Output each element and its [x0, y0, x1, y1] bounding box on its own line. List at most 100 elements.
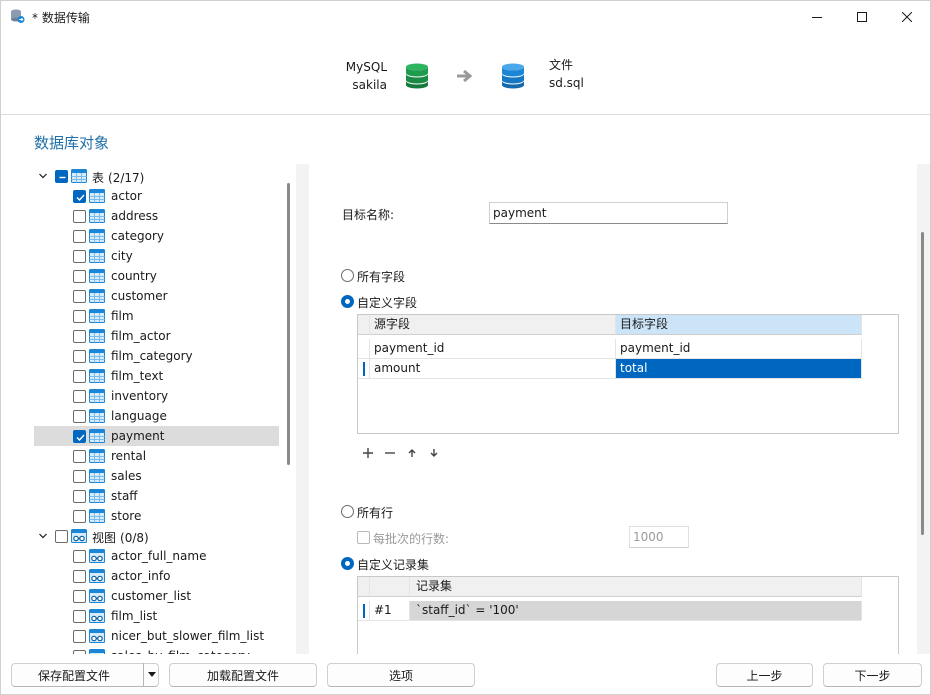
target-name-input[interactable]: payment — [489, 202, 728, 224]
tree-item-film_category[interactable]: film_category — [34, 346, 279, 366]
target-field-cell[interactable]: payment_id — [616, 339, 862, 359]
save-profile-button[interactable]: 保存配置文件 — [11, 663, 159, 687]
table-checkbox[interactable] — [73, 410, 86, 423]
view-checkbox[interactable] — [73, 590, 86, 603]
chevron-down-icon[interactable] — [37, 170, 49, 182]
tree-item-payment[interactable]: payment — [34, 426, 279, 446]
tree-item-category[interactable]: category — [34, 226, 279, 246]
tree-item-nicer_but_slower_film_list[interactable]: nicer_but_slower_film_list — [34, 626, 279, 646]
view-name: actor_full_name — [111, 549, 207, 563]
tree-group-views[interactable]: 视图 (0/8) — [34, 526, 279, 546]
recordset-grid-index-header — [370, 577, 410, 597]
views-group-checkbox[interactable] — [55, 530, 68, 543]
tree-item-actor[interactable]: actor — [34, 186, 279, 206]
view-checkbox[interactable] — [73, 650, 86, 654]
table-name: address — [111, 209, 159, 223]
tree-item-inventory[interactable]: inventory — [34, 386, 279, 406]
database-objects-tree[interactable]: 表 (2/17) actor address category city country cu… — [34, 164, 282, 654]
table-checkbox[interactable] — [73, 270, 86, 283]
tree-item-customer_list[interactable]: customer_list — [34, 586, 279, 606]
table-checkbox[interactable] — [73, 250, 86, 263]
save-profile-dropdown-button[interactable] — [143, 663, 159, 687]
tree-item-store[interactable]: store — [34, 506, 279, 526]
table-checkbox[interactable] — [73, 430, 86, 443]
tables-group-checkbox[interactable] — [55, 170, 68, 183]
tree-item-film_text[interactable]: film_text — [34, 366, 279, 386]
view-checkbox[interactable] — [73, 570, 86, 583]
table-checkbox[interactable] — [73, 210, 86, 223]
tree-item-actor_info[interactable]: actor_info — [34, 566, 279, 586]
title-bar: * 数据传输 — [1, 1, 930, 32]
view-name: sales_by_film_category — [111, 649, 250, 654]
tree-group-tables[interactable]: 表 (2/17) — [34, 166, 279, 186]
table-checkbox[interactable] — [73, 190, 86, 203]
tree-item-country[interactable]: country — [34, 266, 279, 286]
options-button[interactable]: 选项 — [327, 663, 475, 687]
tree-item-actor_full_name[interactable]: actor_full_name — [34, 546, 279, 566]
recordset-row-value[interactable]: `staff_id` = '100' — [410, 601, 862, 621]
table-checkbox[interactable] — [73, 510, 86, 523]
table-checkbox[interactable] — [73, 290, 86, 303]
back-button[interactable]: 上一步 — [716, 663, 813, 687]
target-field-cell-selected[interactable]: total — [616, 359, 862, 379]
recordset-row-index: #1 — [370, 601, 410, 621]
source-type: MySQL — [345, 60, 387, 74]
fields-grid[interactable]: 源字段 目标字段 payment_id payment_id amount to… — [357, 314, 899, 434]
source-field-cell[interactable]: amount — [370, 359, 616, 379]
arrow-right-icon — [457, 70, 473, 82]
table-checkbox[interactable] — [73, 470, 86, 483]
view-checkbox[interactable] — [73, 550, 86, 563]
next-button[interactable]: 下一步 — [823, 663, 922, 687]
custom-fields-radio[interactable] — [341, 295, 354, 308]
data-transfer-window: * 数据传输 MySQL sakila 文件 sd.sql 数据库对象 表 (2… — [0, 0, 931, 695]
tree-item-film_list[interactable]: film_list — [34, 606, 279, 626]
chevron-down-icon[interactable] — [37, 530, 49, 542]
minimize-button[interactable] — [794, 1, 840, 32]
tree-item-rental[interactable]: rental — [34, 446, 279, 466]
remove-field-button[interactable] — [383, 446, 397, 460]
table-checkbox[interactable] — [73, 390, 86, 403]
table-icon — [89, 328, 105, 344]
source-field-cell[interactable]: payment_id — [370, 339, 616, 359]
tree-item-staff[interactable]: staff — [34, 486, 279, 506]
table-checkbox[interactable] — [73, 370, 86, 383]
move-down-button[interactable] — [427, 446, 441, 460]
rows-per-batch-input[interactable]: 1000 — [629, 526, 689, 548]
maximize-button[interactable] — [839, 1, 885, 32]
all-fields-radio[interactable] — [341, 269, 354, 282]
view-checkbox[interactable] — [73, 630, 86, 643]
table-checkbox[interactable] — [73, 230, 86, 243]
fields-grid-header-target[interactable]: 目标字段 — [616, 315, 862, 335]
view-icon — [89, 548, 105, 564]
recordset-grid-header[interactable]: 记录集 — [410, 577, 862, 597]
tree-item-customer[interactable]: customer — [34, 286, 279, 306]
tree-item-language[interactable]: language — [34, 406, 279, 426]
add-field-button[interactable] — [361, 446, 375, 460]
rows-per-batch-checkbox[interactable] — [357, 531, 370, 544]
tree-item-film[interactable]: film — [34, 306, 279, 326]
tree-item-address[interactable]: address — [34, 206, 279, 226]
all-fields-label: 所有字段 — [357, 270, 406, 284]
custom-recordset-radio[interactable] — [341, 557, 354, 570]
tree-item-sales[interactable]: sales — [34, 466, 279, 486]
fields-grid-header-source[interactable]: 源字段 — [370, 315, 616, 335]
tree-scrollbar[interactable] — [287, 183, 290, 465]
table-checkbox[interactable] — [73, 490, 86, 503]
table-checkbox[interactable] — [73, 350, 86, 363]
table-icon — [89, 348, 105, 364]
table-checkbox[interactable] — [73, 310, 86, 323]
load-profile-button[interactable]: 加载配置文件 — [169, 663, 317, 687]
table-checkbox[interactable] — [73, 330, 86, 343]
pane-scrollbar[interactable] — [921, 232, 924, 535]
tree-item-sales_by_film_category[interactable]: sales_by_film_category — [34, 646, 279, 654]
plus-icon — [363, 448, 373, 458]
all-rows-radio[interactable] — [341, 505, 354, 518]
recordset-grid[interactable]: 记录集 #1 `staff_id` = '100' — [357, 576, 899, 654]
table-checkbox[interactable] — [73, 450, 86, 463]
close-button[interactable] — [884, 1, 930, 32]
move-up-button[interactable] — [405, 446, 419, 460]
views-group-name: 视图 — [92, 531, 117, 545]
tree-item-film_actor[interactable]: film_actor — [34, 326, 279, 346]
tree-item-city[interactable]: city — [34, 246, 279, 266]
view-checkbox[interactable] — [73, 610, 86, 623]
